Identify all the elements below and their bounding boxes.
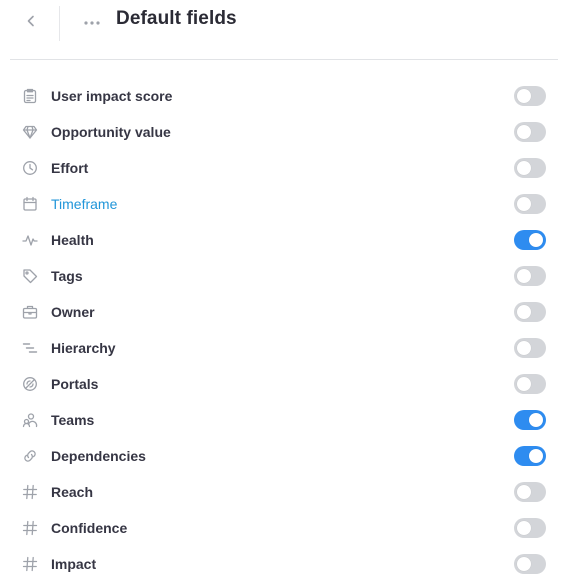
field-label: Opportunity value [51,124,171,140]
tag-icon [21,267,39,285]
toggle-knob [517,161,531,175]
field-toggle[interactable] [514,554,546,574]
pulse-icon [21,231,39,249]
toggle-knob [517,377,531,391]
field-toggle[interactable] [514,518,546,538]
portal-icon [21,375,39,393]
field-label: Tags [51,268,83,284]
more-options-button[interactable] [80,11,104,33]
toggle-knob [517,521,531,535]
field-label: Owner [51,304,95,320]
field-toggle[interactable] [514,446,546,466]
field-label: Reach [51,484,94,500]
clock-icon [21,159,39,177]
hash-icon [21,519,39,537]
link-icon [21,447,39,465]
hash-icon [21,483,39,501]
header: Default fields [0,0,566,60]
field-label: Impact [51,556,97,572]
field-row: Reach [0,474,566,510]
field-row: Confidence [0,510,566,546]
toggle-knob [517,197,531,211]
field-row: Tags [0,258,566,294]
toggle-knob [517,269,531,283]
back-button[interactable] [20,12,42,34]
toggle-knob [517,485,531,499]
field-label: Hierarchy [51,340,116,356]
toggle-knob [517,557,531,571]
toggle-knob [517,125,531,139]
toggle-knob [529,233,543,247]
hierarchy-icon [21,339,39,357]
field-row: Opportunity value [0,114,566,150]
teams-icon [21,411,39,429]
toggle-knob [517,89,531,103]
field-toggle[interactable] [514,230,546,250]
header-divider [59,6,60,41]
field-row: User impact score [0,78,566,114]
toggle-knob [517,305,531,319]
clipboard-icon [21,87,39,105]
field-row: Timeframe [0,186,566,222]
field-toggle[interactable] [514,338,546,358]
briefcase-icon [21,303,39,321]
toggle-knob [529,413,543,427]
diamond-icon [21,123,39,141]
toggle-knob [529,449,543,463]
field-toggle[interactable] [514,158,546,178]
field-toggle[interactable] [514,374,546,394]
field-row: Impact [0,546,566,582]
hash-icon [21,555,39,573]
field-toggle[interactable] [514,86,546,106]
more-horizontal-icon [83,13,101,31]
calendar-icon [21,195,39,213]
field-row: Effort [0,150,566,186]
field-toggle[interactable] [514,410,546,430]
field-row: Hierarchy [0,330,566,366]
field-toggle[interactable] [514,302,546,322]
field-label[interactable]: Timeframe [51,196,117,212]
chevron-left-icon [26,14,36,32]
field-label: User impact score [51,88,173,104]
field-row: Dependencies [0,438,566,474]
field-label: Teams [51,412,95,428]
field-toggle[interactable] [514,194,546,214]
field-row: Teams [0,402,566,438]
field-label: Health [51,232,94,248]
header-divider-line [10,59,558,60]
default-fields-list: User impact score Opportunity value Effort… [0,78,566,582]
page-title: Default fields [116,8,237,29]
field-toggle[interactable] [514,122,546,142]
field-label: Dependencies [51,448,146,464]
field-toggle[interactable] [514,266,546,286]
field-label: Confidence [51,520,128,536]
field-row: Portals [0,366,566,402]
field-label: Effort [51,160,89,176]
field-toggle[interactable] [514,482,546,502]
field-row: Owner [0,294,566,330]
field-label: Portals [51,376,99,392]
toggle-knob [517,341,531,355]
field-row: Health [0,222,566,258]
